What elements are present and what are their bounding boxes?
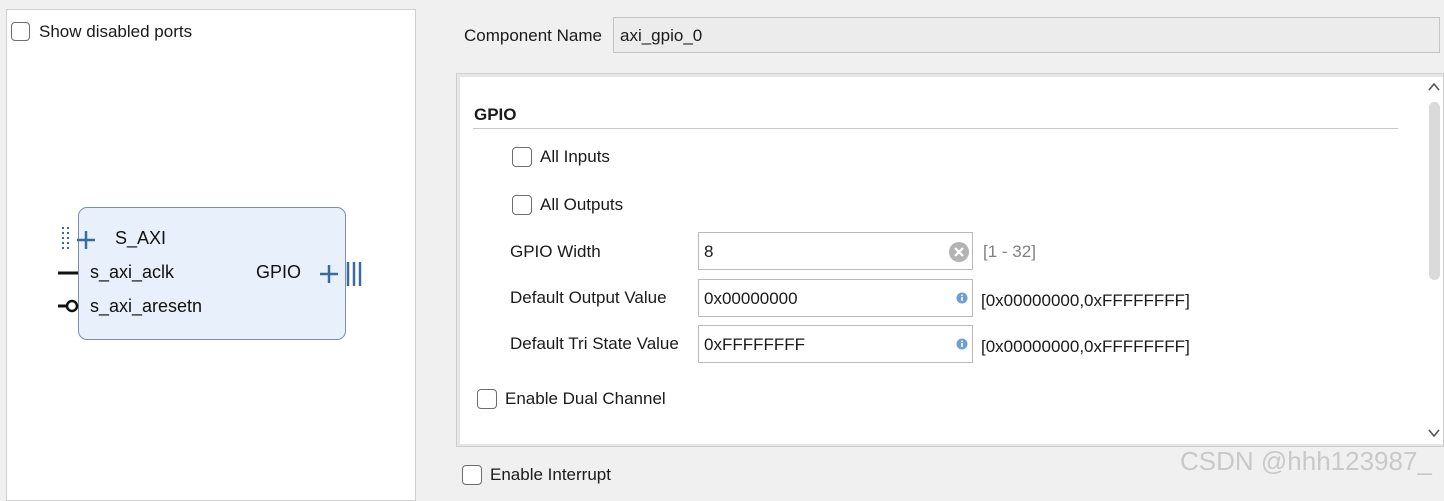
s-axi-port-label: S_AXI [115,228,167,248]
all-inputs-label: All Inputs [540,147,610,166]
component-name-field[interactable]: axi_gpio_0 [613,17,1440,53]
clear-icon[interactable] [948,241,970,263]
all-outputs-checkbox[interactable] [512,195,532,215]
enable-interrupt-label: Enable Interrupt [490,465,611,484]
gpio-width-range: [1 - 32] [983,242,1036,261]
scroll-thumb[interactable] [1429,102,1440,280]
all-inputs-checkbox[interactable] [512,147,532,167]
default-tri-state-value-range: [0x00000000,0xFFFFFFFF] [981,337,1190,356]
default-tri-state-value-input[interactable]: 0xFFFFFFFF [698,325,973,363]
clock-port-icon [58,271,78,275]
s-axi-port-icon[interactable] [60,226,104,256]
aclk-port-label: s_axi_aclk [90,262,175,282]
default-output-value-text: 0x00000000 [704,289,798,308]
default-output-value-range: [0x00000000,0xFFFFFFFF] [981,291,1190,310]
default-output-value-label: Default Output Value [510,288,667,307]
info-icon[interactable] [956,292,968,304]
gpio-section-title: GPIO [474,105,517,124]
default-tri-state-value-label: Default Tri State Value [510,334,679,353]
component-name-label: Component Name [464,26,602,45]
section-divider [473,128,1398,129]
enable-interrupt-checkbox[interactable] [462,465,482,485]
gpio-width-label: GPIO Width [510,242,601,261]
gpio-port-label: GPIO [256,262,302,282]
all-outputs-label: All Outputs [540,195,624,214]
info-icon[interactable] [956,338,968,350]
gpio-width-input[interactable]: 8 [698,232,973,270]
enable-dual-channel-checkbox[interactable] [477,389,497,409]
reset-port-icon [58,299,79,313]
enable-dual-channel-label: Enable Dual Channel [505,389,666,408]
show-disabled-ports-label: Show disabled ports [39,22,193,41]
show-disabled-ports-checkbox[interactable] [11,22,30,41]
watermark-text: CSDN @hhh123987_ [1180,446,1432,476]
aresetn-port-label: s_axi_aresetn [90,296,203,316]
default-output-value-input[interactable]: 0x00000000 [698,279,973,317]
gpio-port-icon[interactable] [318,260,364,288]
gpio-width-value: 8 [704,242,714,261]
scroll-up-icon[interactable] [1427,80,1441,94]
scroll-down-icon[interactable] [1427,426,1441,440]
default-tri-state-value-text: 0xFFFFFFFF [704,335,806,354]
